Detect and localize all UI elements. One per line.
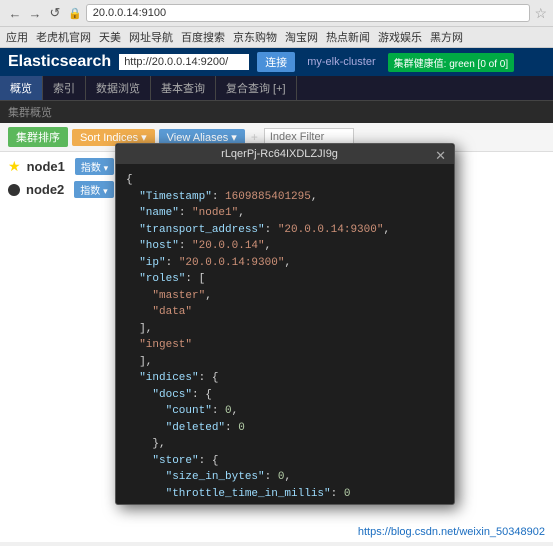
url-input[interactable] — [86, 4, 531, 22]
bookmark-tianmei[interactable]: 天美 — [99, 29, 121, 45]
view-aliases-arrow: ▾ — [231, 132, 237, 144]
node1-star-icon: ★ — [8, 158, 21, 175]
cluster-sort-button[interactable]: 集群排序 — [8, 127, 68, 147]
bookmark-laohu[interactable]: 老虎机官网 — [36, 29, 91, 45]
nav-buttons: ← → ↺ — [6, 4, 64, 22]
tab-data-browse[interactable]: 数据浏览 — [86, 76, 151, 100]
bookmark-apps[interactable]: 应用 — [6, 29, 28, 45]
node1-name: node1 — [27, 159, 65, 174]
bookmarks-bar: 应用 老虎机官网 天美 网址导航 百度搜索 京东购物 淘宝网 热点新闻 游戏娱乐… — [0, 27, 553, 48]
browser-chrome: ← → ↺ 🔒 ☆ — [0, 0, 553, 27]
bookmark-games[interactable]: 游戏娱乐 — [378, 29, 422, 45]
tab-index[interactable]: 索引 — [43, 76, 86, 100]
es-logo: Elasticsearch — [8, 53, 111, 71]
forward-button[interactable]: → — [26, 4, 44, 22]
json-popup: rLqerPj-Rc64IXDLZJI9g ✕ { "Timestamp": 1… — [115, 143, 455, 505]
separator: + — [251, 130, 258, 144]
cluster-status: 集群健康值: green [0 of 0] — [388, 53, 515, 72]
refresh-button[interactable]: ↺ — [46, 4, 64, 22]
tab-compound-query[interactable]: 复合查询 [+] — [216, 76, 297, 100]
bookmark-star[interactable]: ☆ — [534, 5, 547, 22]
bookmark-hf[interactable]: 黑方网 — [430, 29, 463, 45]
bookmark-nav[interactable]: 网址导航 — [129, 29, 173, 45]
watermark: https://blog.csdn.net/weixin_50348902 — [358, 526, 545, 538]
bookmark-jd[interactable]: 京东购物 — [233, 29, 277, 45]
back-button[interactable]: ← — [6, 4, 24, 22]
cluster-bar: 集群概览 — [0, 101, 553, 123]
bookmark-baidu[interactable]: 百度搜索 — [181, 29, 225, 45]
es-header: Elasticsearch 连接 my-elk-cluster 集群健康值: g… — [0, 48, 553, 76]
lock-icon: 🔒 — [68, 7, 82, 20]
nav-tabs: 概览 索引 数据浏览 基本查询 复合查询 [+] — [0, 76, 553, 101]
bookmark-taobao[interactable]: 淘宝网 — [285, 29, 318, 45]
popup-title-bar: rLqerPj-Rc64IXDLZJI9g ✕ — [116, 144, 454, 164]
node2-index-button[interactable]: 指数 ▾ — [74, 181, 113, 198]
popup-title: rLqerPj-Rc64IXDLZJI9g — [221, 148, 338, 160]
tab-basic-query[interactable]: 基本查询 — [151, 76, 216, 100]
connect-button[interactable]: 连接 — [257, 52, 295, 72]
es-url-input[interactable] — [119, 54, 249, 70]
sort-indices-arrow: ▾ — [141, 132, 147, 144]
popup-close-button[interactable]: ✕ — [435, 148, 446, 164]
node2-name: node2 — [26, 182, 64, 197]
json-content[interactable]: { "Timestamp": 1609885401295, "name": "n… — [116, 164, 454, 504]
node2-dot-icon — [8, 184, 20, 196]
cluster-overview-label: 集群概览 — [8, 104, 52, 120]
node1-index-button[interactable]: 指数 ▾ — [75, 158, 114, 175]
cluster-name: my-elk-cluster — [307, 56, 375, 68]
main-page: Elasticsearch 连接 my-elk-cluster 集群健康值: g… — [0, 48, 553, 542]
tab-overview[interactable]: 概览 — [0, 76, 43, 100]
bookmark-news[interactable]: 热点新闻 — [326, 29, 370, 45]
